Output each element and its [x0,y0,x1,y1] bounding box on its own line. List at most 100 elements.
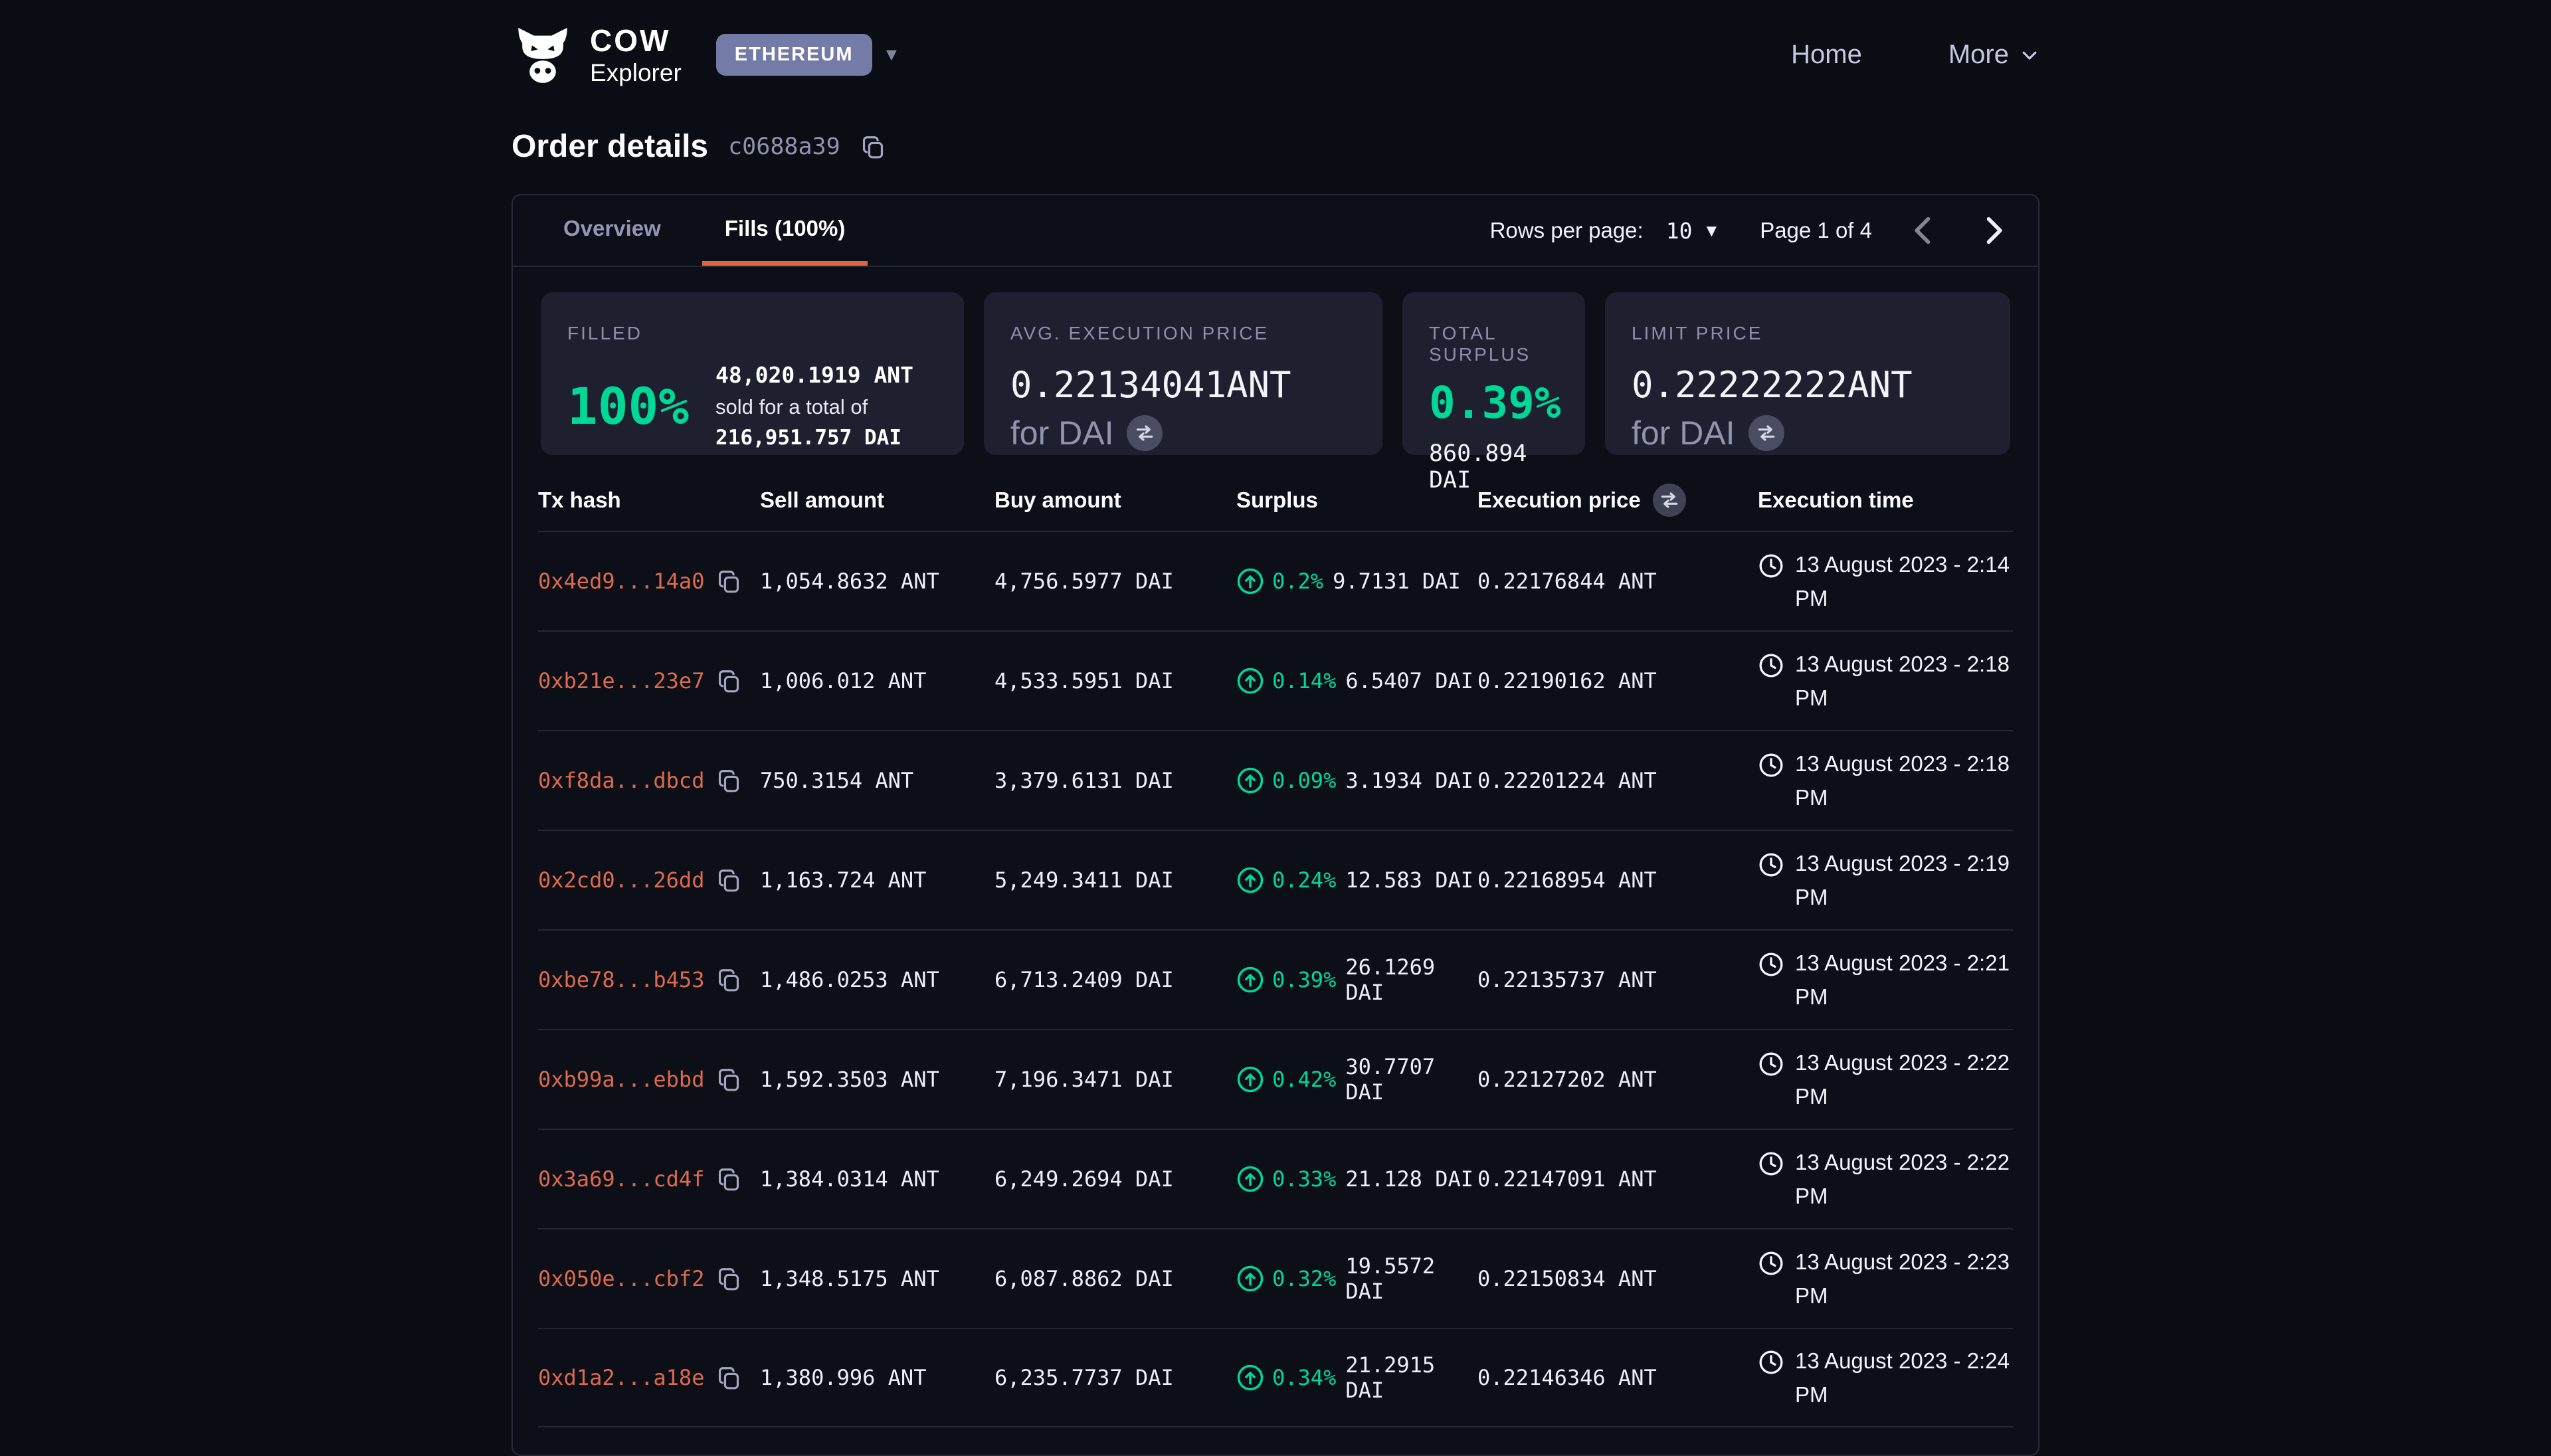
tx-hash-link[interactable]: 0xb21e...23e7 [538,668,704,693]
col-execution-price: Execution price [1477,488,1641,513]
copy-tx-hash-button[interactable] [716,1365,741,1390]
page-info: Page 1 of 4 [1760,218,1872,243]
tx-hash-link[interactable]: 0x4ed9...14a0 [538,569,704,594]
top-bar: COW Explorer ETHEREUM ▼ Home More [512,0,2039,110]
copy-tx-hash-button[interactable] [716,768,741,793]
copy-order-id-button[interactable] [860,134,886,159]
chevron-right-icon [1976,213,2010,248]
surplus-percent: 0.39% [1272,967,1336,992]
copy-tx-hash-button[interactable] [716,1067,741,1092]
network-badge[interactable]: ETHEREUM [716,34,872,76]
limit-price-invert-button[interactable] [1748,415,1784,451]
brand-sub: Explorer [590,60,682,85]
brand-name: COW [590,25,682,56]
copy-icon [716,569,741,594]
app-content: COW Explorer ETHEREUM ▼ Home More Order … [512,0,2039,1456]
surplus-amount: 3.1934 DAI [1345,768,1473,793]
copy-tx-hash-button[interactable] [716,867,741,893]
prev-page-button[interactable] [1907,213,1941,248]
buy-amount: 6,249.2694 DAI [994,1166,1236,1192]
next-page-button[interactable] [1976,213,2010,248]
summary-cards: FILLED 100% 48,020.1919 ANT sold for a t… [513,267,2038,455]
copy-icon [716,867,741,893]
nav-more-label: More [1948,40,2009,70]
avg-execution-price-card: AVG. EXECUTION PRICE 0.22134041ANT for D… [984,292,1382,455]
avg-price-invert-button[interactable] [1127,415,1163,451]
execution-time: 13 August 2023 - 2:19 PM [1795,846,2013,914]
execution-price: 0.22201224 ANT [1477,768,1758,793]
nav-more[interactable]: More [1948,40,2039,70]
copy-tx-hash-button[interactable] [716,1266,741,1291]
clock-icon [1758,553,1784,579]
sell-amount: 1,592.3503 ANT [760,1067,994,1092]
execution-time: 13 August 2023 - 2:14 PM [1795,547,2013,615]
tx-hash-link[interactable]: 0xb99a...ebbd [538,1067,704,1092]
buy-amount: 6,087.8862 DAI [994,1266,1236,1291]
avg-price-value: 0.22134041ANT [1010,364,1356,406]
limit-price-card: LIMIT PRICE 0.22222222ANT for DAI [1605,292,2010,455]
surplus-amount: 30.7707 DAI [1345,1054,1477,1105]
tab-fills[interactable]: Fills (100%) [702,195,868,266]
tx-hash-link[interactable]: 0xd1a2...a18e [538,1365,704,1390]
copy-tx-hash-button[interactable] [716,967,741,992]
table-row: 0xd1a2...a18e 1,380.996 ANT 6,235.7737 D… [538,1328,2013,1427]
clock-icon [1758,1349,1784,1376]
sell-amount: 1,486.0253 ANT [760,967,994,992]
swap-icon [1756,422,1777,444]
rows-per-page-value: 10 [1666,218,1693,244]
filled-sold-total: 216,951.757 DAI [715,426,901,450]
tab-bar: Overview Fills (100%) Rows per page: 10 … [513,195,2038,267]
rows-per-page-select[interactable]: 10 ▼ [1666,218,1720,244]
execution-price: 0.22146346 ANT [1477,1365,1758,1390]
tx-hash-link[interactable]: 0xf8da...dbcd [538,768,704,793]
surplus-amount: 6.5407 DAI [1345,668,1473,693]
nav-home[interactable]: Home [1791,40,1862,70]
surplus-amount: 12.583 DAI [1345,867,1473,893]
execution-time: 13 August 2023 - 2:22 PM [1795,1046,2013,1113]
copy-icon [716,768,741,793]
network-selector[interactable]: ETHEREUM ▼ [716,34,900,76]
sell-amount: 1,348.5175 ANT [760,1266,994,1291]
surplus-amount: 21.2915 DAI [1345,1352,1477,1403]
rows-per-page-label: Rows per page: [1490,218,1644,243]
execution-time: 13 August 2023 - 2:23 PM [1795,1245,2013,1313]
title-row: Order details c0688a39 [512,128,2039,165]
table-row: 0xf8da...dbcd 750.3154 ANT 3,379.6131 DA… [538,730,2013,830]
clock-icon [1758,752,1784,778]
surplus-percent: 0.42% [1272,1067,1336,1092]
copy-tx-hash-button[interactable] [716,569,741,594]
sell-amount: 1,384.0314 ANT [760,1166,994,1192]
avg-price-unit: for DAI [1010,414,1114,452]
sell-amount: 1,380.996 ANT [760,1365,994,1390]
page-title: Order details [512,128,708,165]
copy-icon [716,668,741,693]
network-dropdown-icon[interactable]: ▼ [883,46,901,64]
surplus-up-icon [1236,1265,1264,1293]
execution-price: 0.22176844 ANT [1477,569,1758,594]
sell-amount: 1,163.724 ANT [760,867,994,893]
copy-tx-hash-button[interactable] [716,668,741,693]
tab-overview[interactable]: Overview [541,195,684,266]
total-surplus-percent: 0.39% [1429,377,1559,428]
col-execution-time: Execution time [1758,488,2013,513]
execution-price: 0.22135737 ANT [1477,967,1758,992]
tx-hash-link[interactable]: 0x3a69...cd4f [538,1166,704,1192]
surplus-percent: 0.32% [1272,1266,1336,1291]
tx-hash-link[interactable]: 0xbe78...b453 [538,967,704,992]
filled-sold-line: sold for a total of 216,951.757 DAI [715,392,937,454]
tx-hash-link[interactable]: 0x050e...cbf2 [538,1266,704,1291]
surplus-up-icon [1236,1364,1264,1392]
filled-percent: 100% [567,377,689,436]
order-panel: Overview Fills (100%) Rows per page: 10 … [512,194,2039,1456]
execution-price-invert-button[interactable] [1653,484,1686,517]
buy-amount: 5,249.3411 DAI [994,867,1236,893]
copy-tx-hash-button[interactable] [716,1166,741,1192]
logo[interactable]: COW Explorer [512,24,682,86]
table-row: 0xb99a...ebbd 1,592.3503 ANT 7,196.3471 … [538,1029,2013,1129]
surplus-up-icon [1236,966,1264,994]
col-sell-amount: Sell amount [760,488,994,513]
tx-hash-link[interactable]: 0x2cd0...26dd [538,867,704,893]
total-surplus-label: TOTAL SURPLUS [1429,323,1559,365]
surplus-percent: 0.33% [1272,1166,1336,1192]
fills-table-body: 0x4ed9...14a0 1,054.8632 ANT 4,756.5977 … [538,531,2013,1427]
